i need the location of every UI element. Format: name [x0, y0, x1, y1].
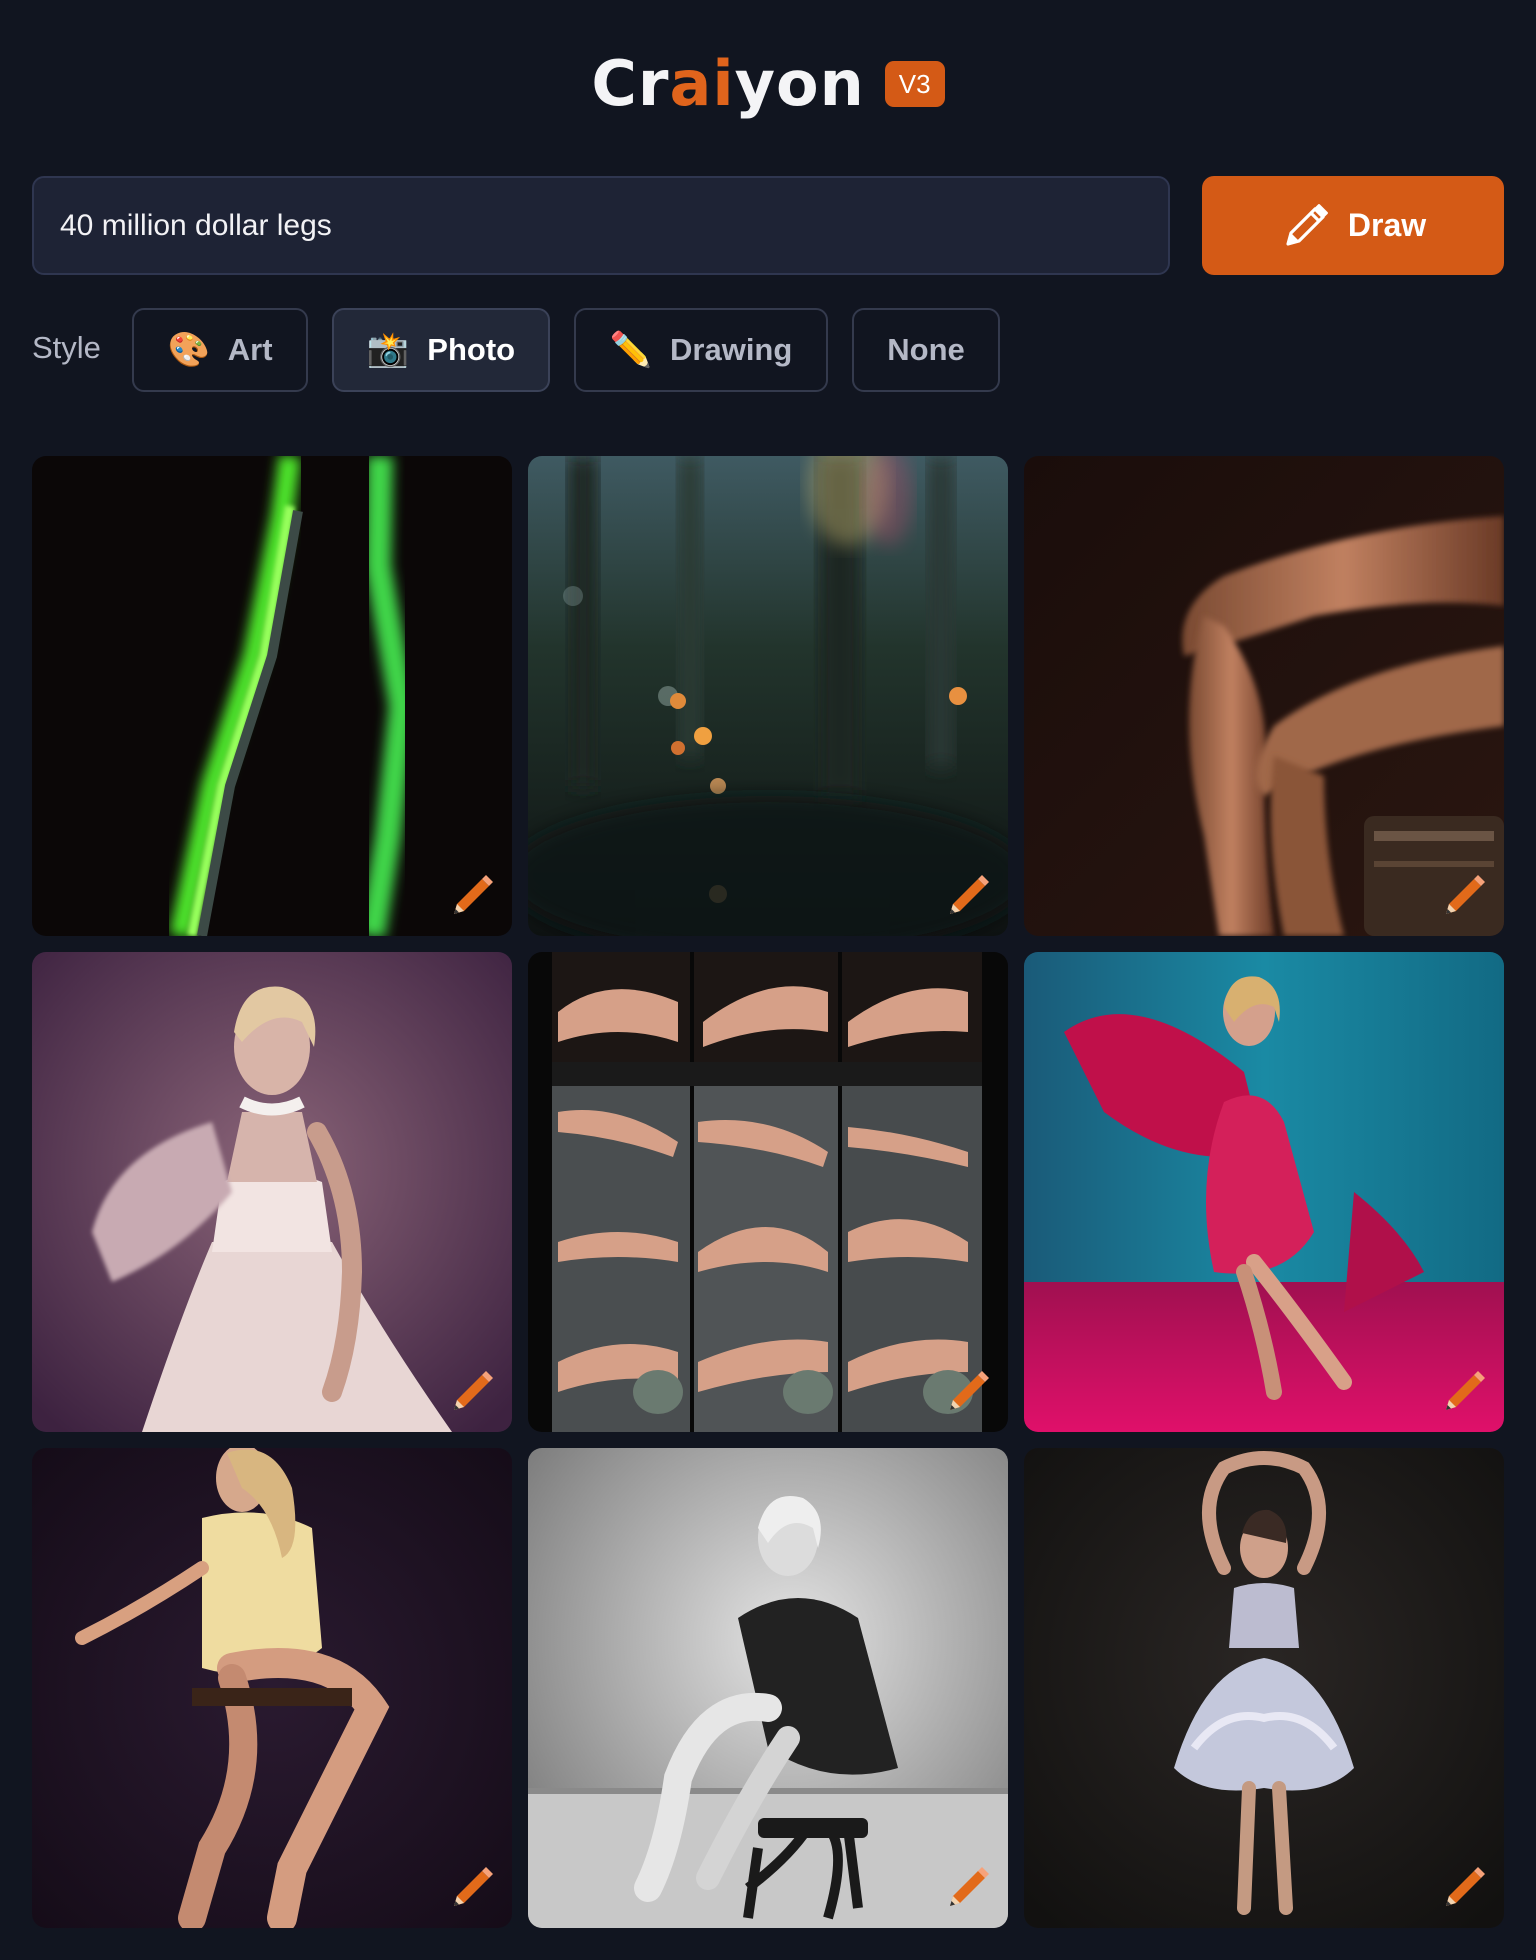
logo-text-ai: ai: [669, 47, 735, 120]
style-option-photo[interactable]: 📸 Photo: [332, 308, 550, 392]
style-option-label: Drawing: [670, 332, 793, 367]
result-image-bw-stool: [528, 1448, 1008, 1928]
result-image-lace-tutu: [1024, 1448, 1504, 1928]
version-badge: V3: [884, 61, 945, 107]
result-image[interactable]: [32, 456, 512, 936]
result-image[interactable]: [528, 1448, 1008, 1928]
pencil-icon[interactable]: [940, 1364, 996, 1420]
prompt-input[interactable]: [32, 176, 1170, 275]
result-image-forest-bokeh: [528, 456, 1008, 936]
craiyon-app: Craiyon V3 Draw Style 🎨 Art 📸 Photo ✏️ D…: [0, 0, 1536, 1960]
result-image[interactable]: [1024, 456, 1504, 936]
style-label: Style: [32, 330, 101, 365]
palette-icon: 🎨: [167, 331, 210, 369]
pencil-icon: [1286, 203, 1328, 246]
pencil-icon[interactable]: [1436, 868, 1492, 924]
camera-flash-icon: 📸: [366, 331, 410, 369]
result-image[interactable]: [1024, 952, 1504, 1432]
pencil-emoji-icon: ✏️: [609, 331, 653, 369]
draw-button[interactable]: Draw: [1202, 176, 1504, 275]
pencil-icon[interactable]: [1436, 1364, 1492, 1420]
logo-text-start: Cr: [591, 47, 670, 120]
result-image[interactable]: [32, 952, 512, 1432]
style-option-label: Photo: [427, 332, 516, 367]
result-image[interactable]: [528, 456, 1008, 936]
pencil-icon[interactable]: [444, 868, 500, 924]
pencil-icon[interactable]: [444, 1364, 500, 1420]
pencil-icon[interactable]: [1436, 1860, 1492, 1916]
logo[interactable]: Craiyon: [591, 53, 864, 115]
header: Craiyon V3: [0, 44, 1536, 124]
logo-text-end: yon: [734, 47, 865, 120]
pencil-icon[interactable]: [940, 1860, 996, 1916]
pencil-icon[interactable]: [444, 1860, 500, 1916]
result-image[interactable]: [1024, 1448, 1504, 1928]
result-image-white-gown: [32, 952, 512, 1432]
style-option-label: None: [887, 332, 965, 367]
result-image-crossed-legs: [1024, 456, 1504, 936]
result-image-neon-strands: [32, 456, 512, 936]
result-image-legs-grid: [528, 952, 1008, 1432]
result-image-pink-dress: [1024, 952, 1504, 1432]
pencil-icon[interactable]: [940, 868, 996, 924]
result-image-yellow-dress: [32, 1448, 512, 1928]
style-option-label: Art: [227, 332, 273, 367]
style-option-drawing[interactable]: ✏️ Drawing: [574, 308, 828, 392]
style-option-none[interactable]: None: [852, 308, 1000, 392]
draw-button-label: Draw: [1347, 207, 1427, 243]
style-option-art[interactable]: 🎨 Art: [132, 308, 308, 392]
result-image[interactable]: [528, 952, 1008, 1432]
result-image[interactable]: [32, 1448, 512, 1928]
